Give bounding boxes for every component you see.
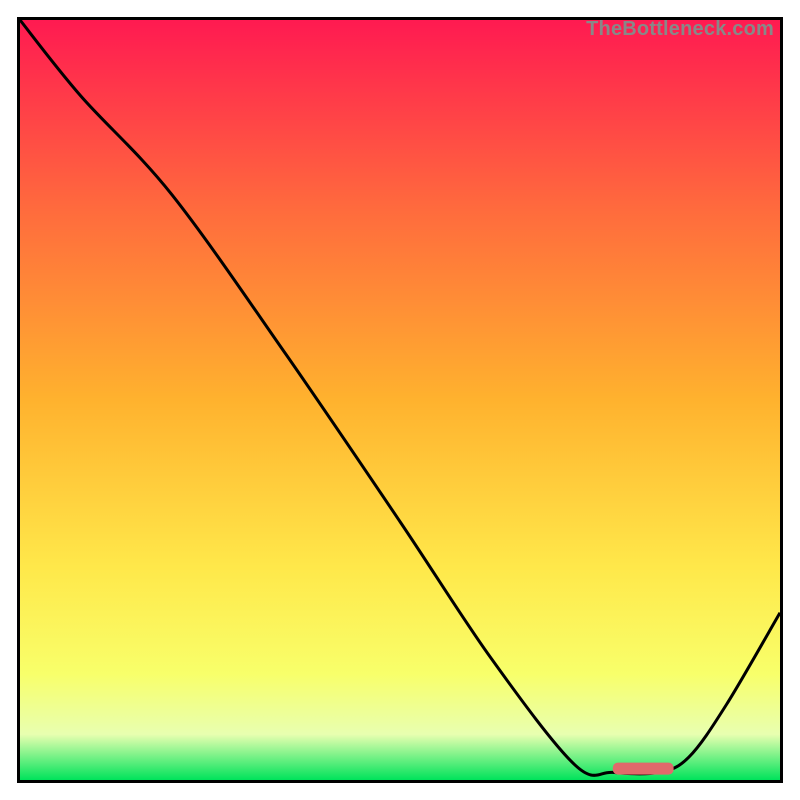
optimal-range-marker (613, 763, 674, 775)
chart-background (20, 20, 780, 780)
chart-frame: TheBottleneck.com (17, 17, 783, 783)
chart-svg (20, 20, 780, 780)
watermark-text: TheBottleneck.com (586, 18, 774, 41)
